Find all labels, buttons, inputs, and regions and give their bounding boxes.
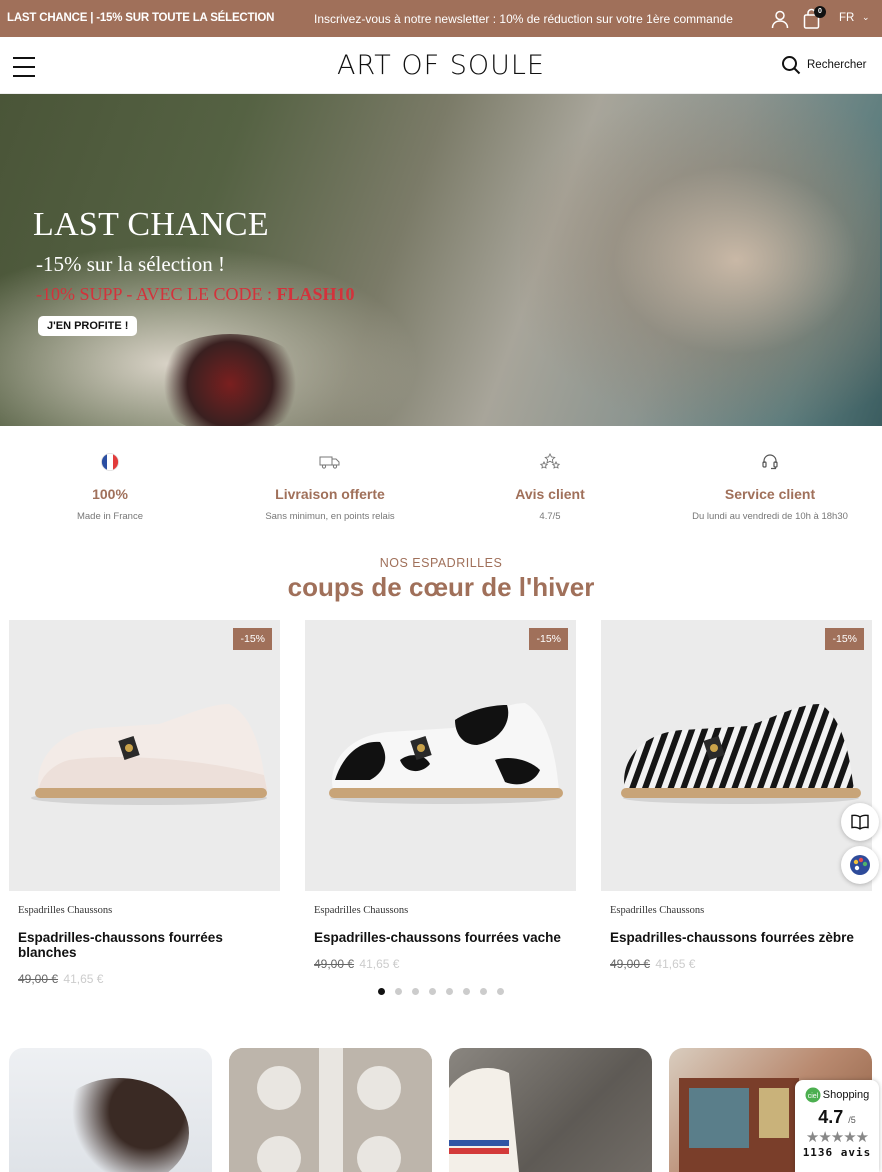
announcement-bar: LAST CHANCE | -15% SUR TOUTE LA SÉLECTIO… xyxy=(0,0,882,37)
feature-subtitle: Made in France xyxy=(76,511,143,522)
palette-icon xyxy=(850,855,870,875)
feature-title: Livraison offerte xyxy=(275,486,385,502)
carousel-dots xyxy=(0,988,882,995)
rating-score-value: 4.7 xyxy=(818,1107,844,1127)
rating-stars: ★★★★★ xyxy=(805,1129,869,1146)
product-image[interactable]: -15% xyxy=(601,620,872,891)
feature-subtitle: 4.7/5 xyxy=(539,511,561,522)
search-icon[interactable] xyxy=(781,55,801,75)
product-card[interactable]: -15% Espadrilles Chaussons Espadrilles-c… xyxy=(305,620,576,971)
hero-promo-code: -10% SUPP - AVEC LE CODE : FLASH10 xyxy=(36,284,355,305)
rating-brand: ciel Shopping xyxy=(795,1087,879,1103)
old-price: 49,00 € xyxy=(18,972,59,986)
carousel-dot[interactable] xyxy=(480,988,487,995)
carousel-dot[interactable] xyxy=(497,988,504,995)
promo-code: FLASH10 xyxy=(276,284,355,304)
feature-subtitle: Du lundi au vendredi de 10h à 18h30 xyxy=(692,511,848,522)
tile-pattern-image xyxy=(229,1048,432,1172)
carousel-dot[interactable] xyxy=(378,988,385,995)
feature-free-delivery: Livraison offerte Sans minimun, en point… xyxy=(220,440,440,522)
discount-badge: -15% xyxy=(529,628,568,650)
hero-subtitle: -15% sur la sélection ! xyxy=(36,252,225,276)
france-flag-icon xyxy=(101,453,119,471)
cart-count-badge: 0 xyxy=(814,6,826,18)
hero-image-detail xyxy=(150,334,310,426)
features-row: 100% Made in France Livraison offerte Sa… xyxy=(0,440,882,540)
accessibility-button[interactable] xyxy=(841,846,879,884)
espadrille-cow-image xyxy=(329,703,563,804)
product-price: 49,00 € 41,65 € xyxy=(314,957,576,971)
espadrille-zebra-image xyxy=(621,704,861,804)
old-price: 49,00 € xyxy=(610,957,651,971)
product-price: 49,00 € 41,65 € xyxy=(18,972,280,986)
headset-icon xyxy=(762,454,778,470)
hero-image-detail xyxy=(520,94,880,426)
search-button[interactable]: Rechercher xyxy=(807,59,866,71)
book-icon xyxy=(851,814,869,830)
old-price: 49,00 € xyxy=(314,957,355,971)
rating-count: 1136 avis xyxy=(802,1146,872,1159)
feature-title: 100% xyxy=(92,486,128,502)
product-name[interactable]: Espadrilles-chaussons fourrées zèbre xyxy=(610,930,872,945)
sale-price: 41,65 € xyxy=(655,957,696,971)
product-image[interactable]: -15% xyxy=(9,620,280,891)
product-name[interactable]: Espadrilles-chaussons fourrées blanches xyxy=(18,930,280,960)
feature-reviews: Avis client 4.7/5 xyxy=(440,440,660,522)
product-price: 49,00 € 41,65 € xyxy=(610,957,872,971)
carousel-dot[interactable] xyxy=(412,988,419,995)
truck-icon xyxy=(319,456,340,469)
category-tile[interactable] xyxy=(9,1048,212,1172)
svg-text:ciel: ciel xyxy=(807,1093,818,1100)
feature-made-in-france: 100% Made in France xyxy=(0,440,220,522)
product-category: Espadrilles Chaussons xyxy=(610,905,705,916)
product-name[interactable]: Espadrilles-chaussons fourrées vache xyxy=(314,930,576,945)
site-logo[interactable]: ART OF SOULE xyxy=(0,50,882,81)
category-tile[interactable] xyxy=(449,1048,652,1172)
rating-out-of: /5 xyxy=(848,1115,856,1125)
newsletter-link[interactable]: Inscrivez-vous à notre newsletter : 10% … xyxy=(314,12,733,26)
language-selector[interactable]: FR xyxy=(839,12,854,24)
product-image[interactable]: -15% xyxy=(305,620,576,891)
feature-customer-service: Service client Du lundi au vendredi de 1… xyxy=(660,440,880,522)
hero-cta-button[interactable]: J'EN PROFITE ! xyxy=(38,316,138,336)
sale-price: 41,65 € xyxy=(63,972,104,986)
rating-score: 4.7 /5 xyxy=(795,1107,879,1128)
product-category: Espadrilles Chaussons xyxy=(314,905,409,916)
lookbook-button[interactable] xyxy=(841,803,879,841)
promo-code-text: -10% SUPP - AVEC LE CODE : xyxy=(36,284,277,304)
stars-icon xyxy=(539,453,561,469)
sale-price: 41,65 € xyxy=(359,957,400,971)
hero-banner[interactable]: LAST CHANCE -15% sur la sélection ! -10%… xyxy=(0,94,882,426)
feature-title: Service client xyxy=(724,486,816,502)
espadrille-white-image xyxy=(31,704,267,805)
hero-title: LAST CHANCE xyxy=(33,206,269,243)
discount-badge: -15% xyxy=(233,628,272,650)
discount-badge: -15% xyxy=(825,628,864,650)
site-header: ART OF SOULE Rechercher xyxy=(0,37,882,94)
chevron-down-icon[interactable]: ⌄ xyxy=(862,12,870,23)
product-category: Espadrilles Chaussons xyxy=(18,905,113,916)
tile-shoe-image xyxy=(449,1068,519,1172)
carousel-dot[interactable] xyxy=(395,988,402,995)
category-tile[interactable] xyxy=(229,1048,432,1172)
account-icon[interactable] xyxy=(770,9,790,29)
section-kicker: NOS ESPADRILLES xyxy=(379,556,503,570)
promo-text[interactable]: LAST CHANCE | -15% SUR TOUTE LA SÉLECTIO… xyxy=(7,12,274,24)
tile-image-detail xyxy=(49,1078,189,1172)
feature-title: Avis client xyxy=(515,486,585,502)
product-card[interactable]: -15% Espadrilles Chaussons Espadrilles-c… xyxy=(601,620,872,971)
rating-brand-label: Shopping xyxy=(822,1089,870,1101)
feature-subtitle: Sans minimun, en points relais xyxy=(265,511,395,522)
carousel-dot[interactable] xyxy=(463,988,470,995)
carousel-dot[interactable] xyxy=(446,988,453,995)
rating-widget[interactable]: ciel Shopping 4.7 /5 ★★★★★ 1136 avis xyxy=(795,1080,879,1172)
carousel-dot[interactable] xyxy=(429,988,436,995)
cart-badge-icon: ciel xyxy=(805,1087,821,1103)
section-title: coups de cœur de l'hiver xyxy=(287,572,595,602)
product-card[interactable]: -15% Espadrilles Chaussons Espadrilles-c… xyxy=(9,620,280,986)
